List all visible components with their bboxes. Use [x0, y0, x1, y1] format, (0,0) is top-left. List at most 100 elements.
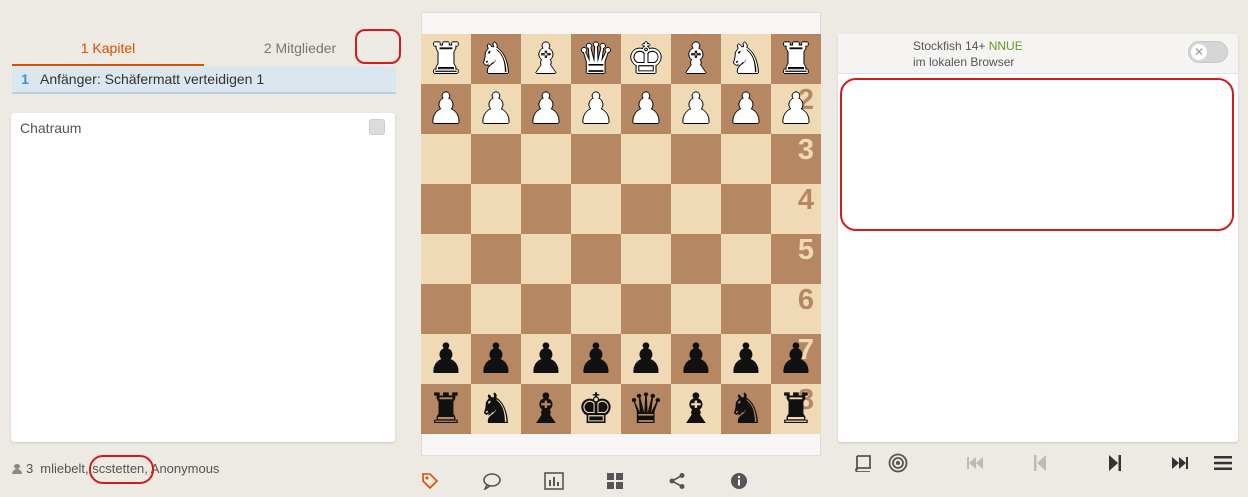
board-square[interactable]: ♟	[721, 84, 771, 134]
board-square[interactable]: ♟	[521, 84, 571, 134]
board-square[interactable]: ♜	[771, 34, 821, 84]
board-square[interactable]: ♟	[571, 84, 621, 134]
chess-piece[interactable]: ♝	[527, 38, 565, 80]
chess-piece[interactable]: ♛	[577, 38, 615, 80]
board-square[interactable]: ♞	[721, 34, 771, 84]
board-square[interactable]: ♞	[471, 384, 521, 434]
chess-piece[interactable]: ♚	[577, 388, 615, 430]
chess-piece[interactable]: ♟	[577, 338, 615, 380]
board-square[interactable]	[471, 234, 521, 284]
chess-piece[interactable]: ♟	[577, 88, 615, 130]
chapter-item[interactable]: 1 Anfänger: Schäfermatt verteidigen 1	[12, 66, 396, 94]
chess-piece[interactable]: ♟	[427, 338, 465, 380]
chess-piece[interactable]: ♟	[677, 88, 715, 130]
board-square[interactable]: ♛	[621, 384, 671, 434]
board-square[interactable]	[721, 284, 771, 334]
board-square[interactable]: ♟	[421, 334, 471, 384]
board-square[interactable]	[521, 184, 571, 234]
chess-piece[interactable]: ♟	[527, 88, 565, 130]
board-square[interactable]	[521, 134, 571, 184]
board-square[interactable]	[621, 184, 671, 234]
chess-piece[interactable]: ♟	[477, 88, 515, 130]
board-square[interactable]: ♚	[621, 34, 671, 84]
chess-piece[interactable]: ♟	[427, 88, 465, 130]
board-square[interactable]: ♟	[671, 84, 721, 134]
chess-piece[interactable]: ♟	[477, 338, 515, 380]
chess-piece[interactable]: ♞	[727, 38, 765, 80]
prev-move-icon[interactable]	[1022, 452, 1057, 474]
board-square[interactable]	[521, 234, 571, 284]
board-square[interactable]	[421, 284, 471, 334]
board-square[interactable]	[571, 284, 621, 334]
board-square[interactable]	[671, 134, 721, 184]
board-square[interactable]	[621, 284, 671, 334]
first-move-icon[interactable]	[957, 452, 992, 474]
board-square[interactable]: ♟	[621, 84, 671, 134]
board-square[interactable]: ♞	[471, 34, 521, 84]
board-square[interactable]	[571, 234, 621, 284]
board-square[interactable]: ♝	[671, 34, 721, 84]
board-square[interactable]	[671, 284, 721, 334]
board-square[interactable]: 8 ♜	[771, 384, 821, 434]
board-square[interactable]	[421, 234, 471, 284]
board-square[interactable]: ♝	[671, 384, 721, 434]
board-square[interactable]: ♟	[421, 84, 471, 134]
chess-piece[interactable]: ♝	[527, 388, 565, 430]
board-square[interactable]: ♟	[471, 334, 521, 384]
chat-toggle-checkbox[interactable]	[369, 119, 385, 135]
chess-piece[interactable]: ♟	[727, 338, 765, 380]
board-square[interactable]: 3	[771, 134, 821, 184]
menu-icon[interactable]	[1206, 452, 1241, 474]
board-square[interactable]	[471, 134, 521, 184]
last-move-icon[interactable]	[1162, 452, 1197, 474]
board-square[interactable]	[671, 234, 721, 284]
share-icon[interactable]	[659, 470, 695, 492]
chess-piece[interactable]: ♚	[627, 38, 665, 80]
board-square[interactable]	[621, 134, 671, 184]
chess-piece[interactable]: ♟	[527, 338, 565, 380]
board-square[interactable]	[571, 134, 621, 184]
board-square[interactable]: ♛	[571, 34, 621, 84]
board-square[interactable]: 7 ♟	[771, 334, 821, 384]
chess-piece[interactable]: ♜	[427, 388, 465, 430]
chess-piece[interactable]: ♝	[677, 38, 715, 80]
board-square[interactable]: ♟	[621, 334, 671, 384]
chess-piece[interactable]: ♞	[477, 38, 515, 80]
board-square[interactable]: 5	[771, 234, 821, 284]
next-move-icon[interactable]	[1097, 452, 1132, 474]
chess-piece[interactable]: ♟	[627, 88, 665, 130]
info-icon[interactable]	[721, 470, 757, 492]
chess-piece[interactable]: ♟	[627, 338, 665, 380]
chess-piece[interactable]: ♛	[627, 388, 665, 430]
board-square[interactable]	[421, 184, 471, 234]
board-square[interactable]: ♟	[671, 334, 721, 384]
board-square[interactable]: ♚	[571, 384, 621, 434]
chess-piece[interactable]: ♟	[727, 88, 765, 130]
engine-toggle[interactable]: ✕	[1188, 41, 1228, 63]
board-square[interactable]	[671, 184, 721, 234]
tag-icon[interactable]	[412, 470, 448, 492]
board-square[interactable]	[721, 184, 771, 234]
board-square[interactable]	[421, 134, 471, 184]
board-square[interactable]: ♝	[521, 384, 571, 434]
board-square[interactable]: ♜	[421, 34, 471, 84]
board-square[interactable]	[621, 234, 671, 284]
board-square[interactable]: ♞	[721, 384, 771, 434]
board-square[interactable]	[521, 284, 571, 334]
target-icon[interactable]	[880, 452, 915, 474]
board-square[interactable]	[471, 184, 521, 234]
board-square[interactable]	[571, 184, 621, 234]
chess-piece[interactable]: ♞	[477, 388, 515, 430]
board-square[interactable]: 6	[771, 284, 821, 334]
chess-piece[interactable]: ♜	[777, 388, 815, 430]
tab-chapters[interactable]: 1 Kapitel	[12, 32, 204, 66]
chess-piece[interactable]: ♝	[677, 388, 715, 430]
chess-piece[interactable]: ♟	[677, 338, 715, 380]
chat-panel[interactable]: Chatraum	[11, 113, 395, 442]
board-square[interactable]: ♟	[521, 334, 571, 384]
chess-piece[interactable]: ♟	[777, 88, 815, 130]
board-square[interactable]	[721, 134, 771, 184]
chess-piece[interactable]: ♟	[777, 338, 815, 380]
board-square[interactable]: 2 ♟	[771, 84, 821, 134]
board-square[interactable]: ♟	[471, 84, 521, 134]
